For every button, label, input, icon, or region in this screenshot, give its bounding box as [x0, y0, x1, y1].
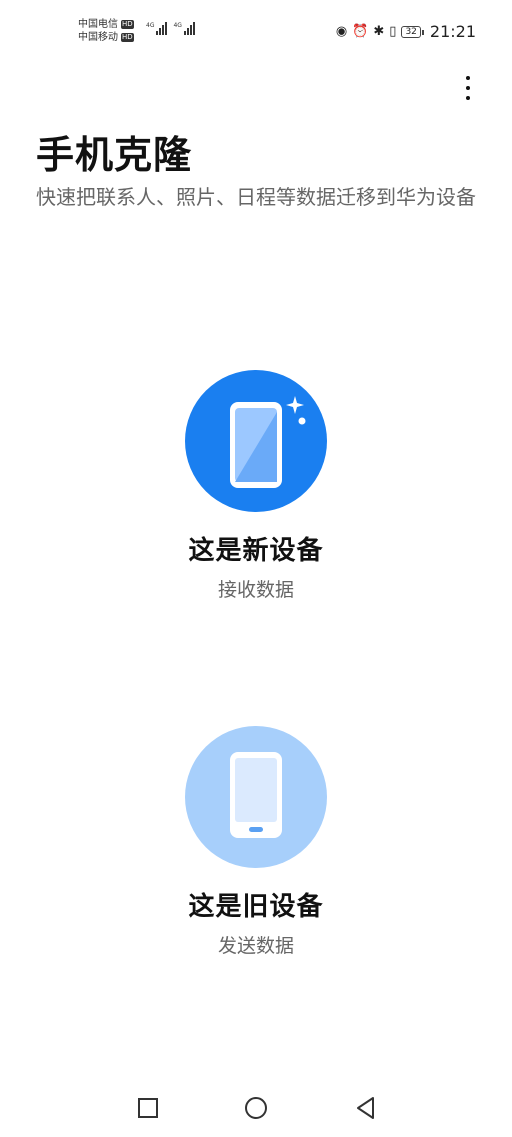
hd-badge: HD	[121, 20, 134, 29]
carrier-info: 中国电信 HD 中国移动 HD	[78, 18, 134, 44]
back-button[interactable]	[352, 1094, 380, 1122]
network-type-2: 4G	[173, 22, 182, 29]
back-icon	[357, 1097, 374, 1119]
page-subtitle: 快速把联系人、照片、日程等数据迁移到华为设备	[36, 185, 476, 209]
old-device-sublabel: 发送数据	[217, 935, 294, 957]
new-device-option[interactable]: 这是新设备 接收数据	[156, 370, 356, 602]
carrier-1-name: 中国电信	[78, 19, 118, 30]
more-options-button[interactable]	[456, 68, 480, 108]
carrier-2-name: 中国移动	[78, 32, 118, 43]
new-phone-icon	[230, 396, 306, 488]
recent-apps-button[interactable]	[134, 1094, 162, 1122]
signal-icon: 4G	[146, 22, 168, 35]
old-device-option[interactable]: 这是旧设备 发送数据	[156, 726, 356, 958]
vibrate-icon: ▯	[389, 24, 397, 39]
old-device-label[interactable]: 这是旧设备	[156, 886, 356, 923]
old-device-circle[interactable]	[185, 726, 327, 868]
new-device-circle[interactable]	[185, 370, 327, 512]
hd-badge: HD	[121, 33, 134, 42]
more-dots-icon	[466, 76, 470, 80]
battery-icon: 32	[401, 25, 425, 38]
signal-indicators: 4G 4G	[146, 22, 195, 35]
new-device-label[interactable]: 这是新设备	[156, 530, 356, 567]
network-type-1: 4G	[146, 22, 155, 29]
signal-icon: 4G	[173, 22, 195, 35]
eye-icon: ◉	[335, 24, 348, 39]
bluetooth-icon: ✱	[373, 24, 385, 39]
navigation-bar	[0, 1080, 512, 1137]
status-bar: 中国电信 HD 中国移动 HD 4G 4G ◉ ⏰ ✱ ▯ 32 21:21	[0, 0, 512, 60]
recent-apps-icon	[138, 1098, 158, 1118]
clock: 21:21	[429, 22, 476, 41]
status-icons: ◉ ⏰ ✱ ▯ 32 21:21	[336, 22, 476, 41]
home-button[interactable]	[242, 1094, 270, 1122]
home-icon	[245, 1097, 267, 1119]
page-title: 手机克隆	[36, 133, 193, 177]
alarm-icon: ⏰	[352, 24, 369, 39]
new-device-sublabel: 接收数据	[217, 579, 294, 601]
old-phone-icon	[230, 752, 282, 838]
